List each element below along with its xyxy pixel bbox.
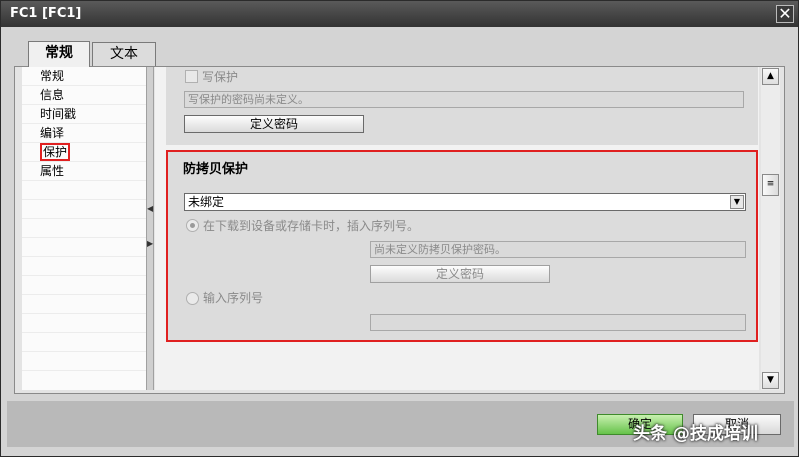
define-write-password-button[interactable]: 定义密码 [184,115,364,133]
copy-password-status-field: 尚未定义防拷贝保护密码。 [370,241,746,258]
chevron-down-icon[interactable]: ▼ [730,195,744,209]
serial-on-download-label: 在下载到设备或存储卡时，插入序列号。 [203,219,420,233]
nav-list: 常规 信息 时间戳 编译 保护 属性 [22,67,146,390]
title-bar: FC1 [FC1] ✕ [1,1,798,27]
write-protect-label: 写保护 [202,70,239,84]
copy-protection-section: 防拷贝保护 未绑定 ▼ 在下载到设备或存储卡时，插入序列号。 尚未定义防拷贝保护… [166,150,758,342]
collapse-left-icon[interactable]: ◀ [147,204,153,213]
write-protect-checkbox[interactable] [185,70,198,83]
write-protect-panel: 写保护 写保护的密码尚未定义。 定义密码 [166,67,758,145]
nav-item-general[interactable]: 常规 [22,67,146,86]
enter-serial-label: 输入序列号 [203,291,264,305]
vertical-scrollbar[interactable]: ▲ ≡ ▼ [761,67,780,390]
write-password-status-field: 写保护的密码尚未定义。 [184,91,744,108]
window-title: FC1 [FC1] [10,6,82,21]
tab-text[interactable]: 文本 [92,42,156,66]
nav-item-timestamp[interactable]: 时间戳 [22,105,146,124]
dialog-window: FC1 [FC1] ✕ 常规 文本 常规 信息 时间戳 编译 保护 属性 ◀ ▶… [0,0,799,457]
watermark: 头条 @技成培训 [633,424,758,444]
define-copy-password-button[interactable]: 定义密码 [370,265,550,283]
nav-item-info[interactable]: 信息 [22,86,146,105]
nav-item-compile[interactable]: 编译 [22,124,146,143]
panel-splitter[interactable]: ◀ ▶ [146,67,154,390]
expand-right-icon[interactable]: ▶ [147,239,153,248]
serial-number-input[interactable] [370,314,746,331]
scroll-thumb[interactable]: ≡ [762,174,779,196]
chevron-up-icon[interactable]: ▲ [762,68,779,85]
tab-general[interactable]: 常规 [28,41,90,67]
serial-on-download-radio[interactable] [186,219,199,232]
nav-item-protection[interactable]: 保护 [22,143,146,162]
close-icon[interactable]: ✕ [776,5,794,23]
section-title: 防拷贝保护 [183,162,249,177]
nav-item-attributes[interactable]: 属性 [22,162,146,181]
chevron-down-icon[interactable]: ▼ [762,372,779,389]
enter-serial-radio[interactable] [186,292,199,305]
binding-select[interactable]: 未绑定 ▼ [184,193,746,211]
